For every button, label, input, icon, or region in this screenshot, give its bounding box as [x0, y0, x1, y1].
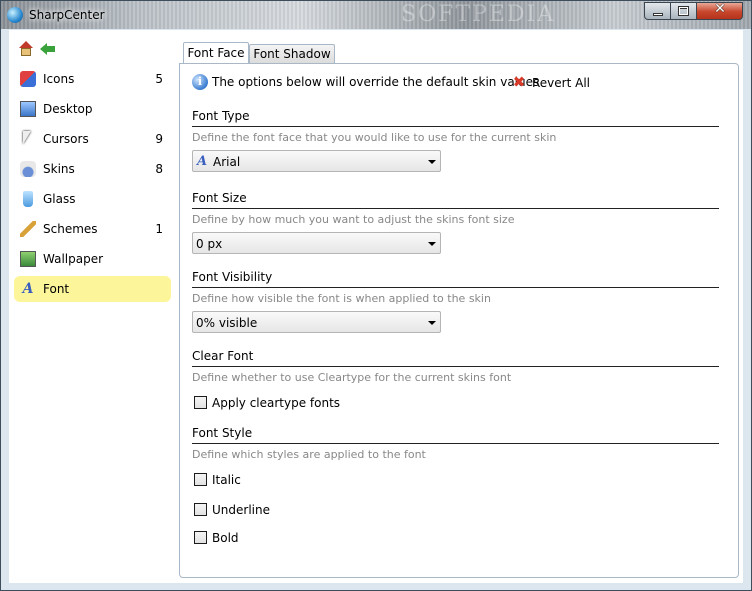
italic-checkbox-label[interactable]: Italic	[212, 473, 241, 487]
sidebar-item-label: Glass	[43, 192, 76, 206]
cleartype-checkbox-label[interactable]: Apply cleartype fonts	[212, 396, 340, 410]
wallpaper-icon	[20, 251, 36, 267]
sidebar-item-label: Font	[43, 282, 70, 296]
icons-icon	[20, 71, 36, 87]
chevron-down-icon	[428, 242, 436, 246]
sidebar-item-label: Wallpaper	[43, 252, 104, 266]
revert-all-link[interactable]: Revert All	[532, 76, 590, 90]
sidebar-item-schemes[interactable]: Schemes 1	[14, 216, 171, 242]
section-title-font-style: Font Style	[192, 426, 253, 440]
minimize-button[interactable]	[644, 2, 671, 20]
title-bar-background	[1, 1, 751, 29]
font-size-dropdown[interactable]: 0 px	[192, 232, 441, 254]
maximize-button[interactable]	[671, 2, 697, 20]
sidebar-item-cursors[interactable]: Cursors 9	[14, 126, 171, 152]
chevron-down-icon	[428, 321, 436, 325]
sidebar-item-label: Icons	[43, 72, 75, 86]
client-area: Icons 5 Desktop Cursors 9 Skins 8 Glass	[9, 30, 743, 583]
sidebar-item-count: 9	[155, 132, 163, 146]
sidebar-item-skins[interactable]: Skins 8	[14, 156, 171, 182]
content-area: Font Face Font Shadow i The options belo…	[179, 42, 739, 578]
schemes-icon	[20, 221, 36, 237]
font-face-panel: i The options below will override the de…	[179, 63, 739, 578]
sidebar-item-count: 1	[155, 222, 163, 236]
desktop-icon	[20, 101, 36, 117]
window-title: SharpCenter	[29, 8, 105, 22]
font-visibility-value: 0% visible	[196, 316, 258, 330]
sidebar-item-count: 8	[155, 162, 163, 176]
font-size-value: 0 px	[196, 237, 223, 251]
maximize-icon	[678, 6, 689, 16]
section-title-font-type: Font Type	[192, 109, 250, 123]
title-bar[interactable]: SharpCenter SOFTPEDIA ✕	[1, 1, 751, 29]
section-title-font-visibility: Font Visibility	[192, 270, 273, 284]
sidebar: Icons 5 Desktop Cursors 9 Skins 8 Glass	[9, 30, 177, 583]
sidebar-item-label: Desktop	[43, 102, 93, 116]
section-divider	[192, 208, 719, 209]
chevron-down-icon	[428, 160, 436, 164]
sidebar-item-desktop[interactable]: Desktop	[14, 96, 171, 122]
home-icon[interactable]	[18, 41, 34, 57]
tab-font-shadow[interactable]: Font Shadow	[249, 44, 335, 63]
section-divider	[192, 366, 719, 367]
close-icon: ✕	[714, 1, 726, 17]
bold-checkbox[interactable]	[194, 531, 207, 544]
section-description-font-size: Define by how much you want to adjust th…	[192, 213, 515, 226]
close-button[interactable]: ✕	[697, 1, 743, 20]
sidebar-item-wallpaper[interactable]: Wallpaper	[14, 246, 171, 272]
font-icon: A	[197, 154, 208, 169]
section-description-font-style: Define which styles are applied to the f…	[192, 448, 426, 461]
sidebar-item-label: Schemes	[43, 222, 98, 236]
watermark: SOFTPEDIA	[401, 2, 556, 27]
section-title-clear-font: Clear Font	[192, 349, 254, 363]
section-description-font-type: Define the font face that you would like…	[192, 131, 557, 144]
font-visibility-dropdown[interactable]: 0% visible	[192, 311, 441, 333]
section-description-font-visibility: Define how visible the font is when appl…	[192, 292, 491, 305]
tab-font-face[interactable]: Font Face	[183, 42, 249, 65]
italic-checkbox[interactable]	[194, 473, 207, 486]
app-icon[interactable]	[7, 7, 23, 23]
section-divider	[192, 443, 719, 444]
font-type-dropdown[interactable]: A Arial	[192, 150, 441, 172]
font-icon: A	[22, 281, 34, 297]
sidebar-item-count: 5	[155, 72, 163, 86]
sidebar-item-label: Cursors	[43, 132, 89, 146]
app-window: SharpCenter SOFTPEDIA ✕ Icons 5 Desktop …	[0, 0, 752, 591]
glass-icon	[23, 191, 33, 207]
section-title-font-size: Font Size	[192, 191, 247, 205]
sidebar-top-nav	[18, 41, 62, 57]
sidebar-item-label: Skins	[43, 162, 75, 176]
sidebar-item-glass[interactable]: Glass	[14, 186, 171, 212]
skins-icon	[20, 161, 36, 177]
minimize-icon	[653, 13, 663, 16]
underline-checkbox[interactable]	[194, 503, 207, 516]
sidebar-item-icons[interactable]: Icons 5	[14, 66, 171, 92]
cursor-icon	[20, 131, 36, 147]
section-divider	[192, 126, 719, 127]
sidebar-item-font[interactable]: A Font	[14, 276, 171, 302]
section-description-clear-font: Define whether to use Cleartype for the …	[192, 371, 512, 384]
font-type-value: Arial	[213, 155, 241, 169]
info-message: The options below will override the defa…	[212, 75, 540, 89]
bold-checkbox-label[interactable]: Bold	[212, 531, 239, 545]
cleartype-checkbox[interactable]	[194, 396, 207, 409]
revert-icon[interactable]: ✖	[512, 75, 526, 90]
section-divider	[192, 287, 719, 288]
info-icon: i	[192, 74, 208, 90]
back-icon[interactable]	[40, 41, 56, 57]
underline-checkbox-label[interactable]: Underline	[212, 503, 270, 517]
